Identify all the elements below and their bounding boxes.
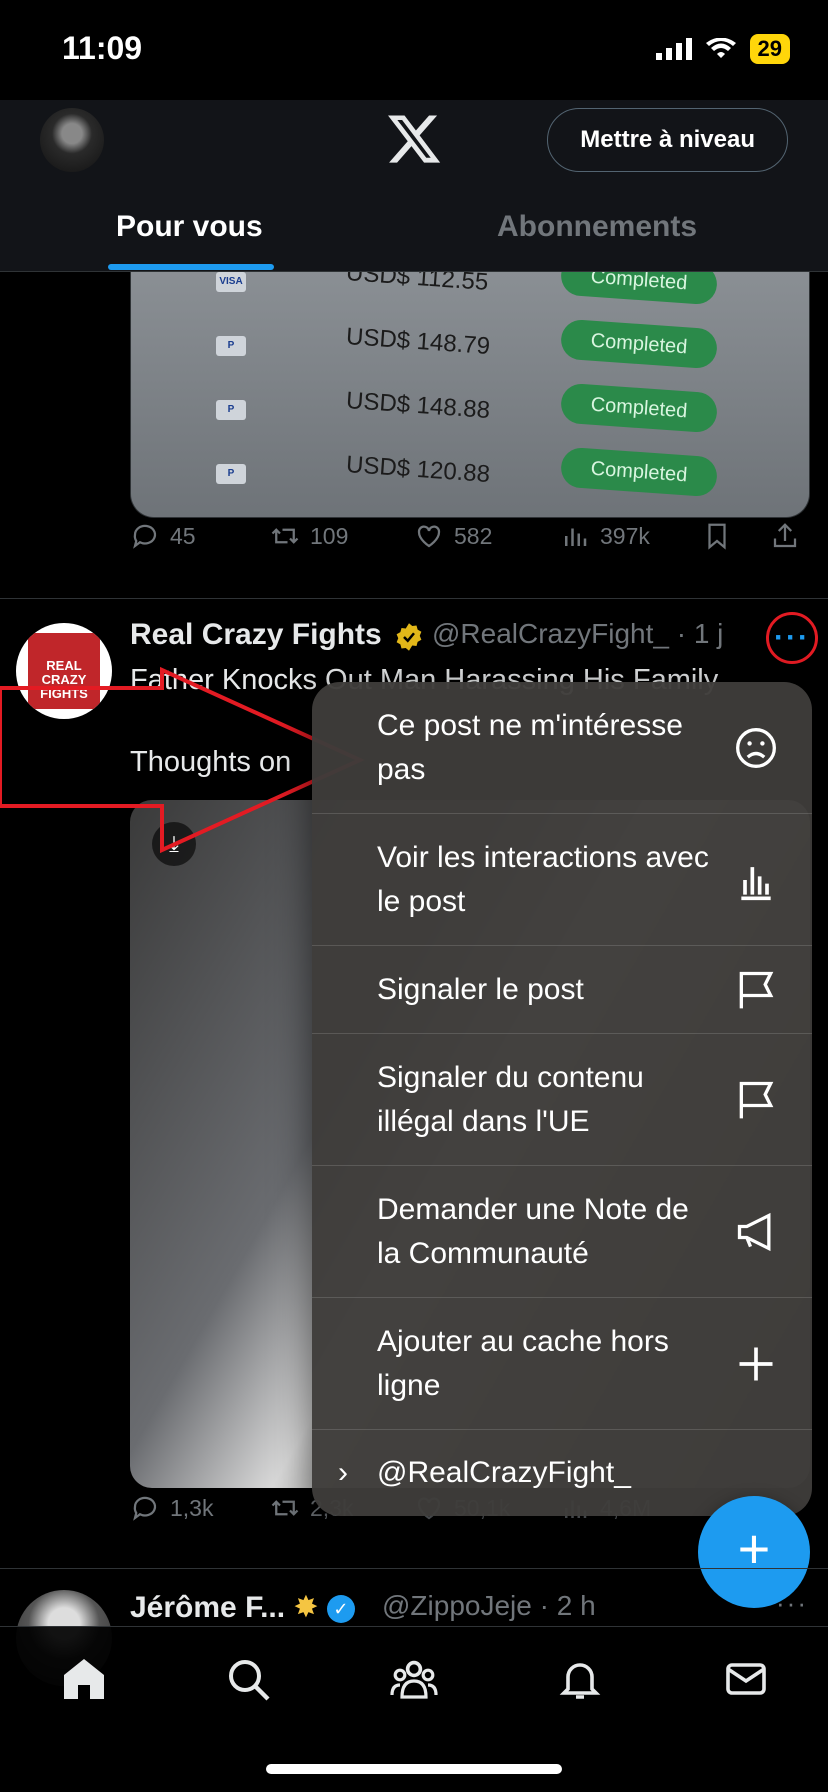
status-time: 11:09	[62, 30, 143, 66]
visa-icon: VISA	[216, 272, 246, 292]
reply-button[interactable]: 1,3k	[130, 1493, 213, 1523]
reply-icon	[133, 524, 157, 549]
payment-amount: USD$ 148.79	[345, 323, 491, 360]
reply-count: 1,3k	[170, 1494, 214, 1521]
plus-icon	[739, 1347, 773, 1380]
menu-item-label: Demander une Note de la Communauté	[377, 1192, 689, 1270]
menu-item-add-offline-cache[interactable]: Ajouter au cache hors ligne	[312, 1298, 812, 1430]
chevron-right-icon: ›	[338, 1456, 348, 1489]
paypal-icon: P	[216, 400, 246, 420]
x-logo-icon	[388, 115, 441, 163]
share-icon	[773, 523, 797, 548]
menu-item-label: Signaler du contenu illégal dans l'UE	[377, 1060, 644, 1138]
repost-icon	[271, 1500, 299, 1516]
verified-badge-icon: ✓	[326, 1595, 355, 1624]
more-icon: ···	[774, 621, 810, 654]
payment-status: Completed	[559, 446, 719, 498]
profile-avatar[interactable]	[40, 108, 104, 172]
payment-row: P USD$ 148.79 Completed	[131, 316, 809, 376]
payment-status: Completed	[559, 272, 719, 306]
repost-button[interactable]: 109	[270, 521, 348, 551]
mail-icon[interactable]	[722, 1655, 770, 1703]
payment-amount: USD$ 120.88	[345, 451, 491, 488]
tab-following[interactable]: Abonnements	[497, 210, 697, 244]
bookmark-icon	[708, 523, 726, 550]
wifi-icon	[705, 38, 736, 58]
payment-amount: USD$ 112.55	[345, 272, 490, 296]
repost-count: 109	[310, 522, 349, 549]
payment-row: P USD$ 148.88 Completed	[131, 380, 809, 440]
status-icons: 29	[655, 34, 790, 64]
verified-badge-icon	[396, 623, 422, 651]
menu-item-not-interested[interactable]: Ce post ne m'intéresse pas	[312, 682, 812, 814]
upgrade-button[interactable]: Mettre à niveau	[547, 108, 788, 172]
tweet-author-handle[interactable]: @ZippoJeje · 2 h	[382, 1590, 596, 1622]
author-name-text: Jérôme F...	[130, 1591, 286, 1624]
menu-item-report-illegal-eu[interactable]: Signaler du contenu illégal dans l'UE	[312, 1034, 812, 1166]
menu-item-label: @RealCrazyFight_	[377, 1456, 631, 1489]
communities-icon[interactable]	[390, 1655, 438, 1703]
status-bar: 11:09 29	[0, 0, 828, 100]
search-icon[interactable]	[224, 1655, 272, 1703]
menu-item-view-interactions[interactable]: Voir les interactions avec le post	[312, 814, 812, 946]
menu-item-request-community-note[interactable]: Demander une Note de la Communauté	[312, 1166, 812, 1298]
menu-item-label: Ajouter au cache hors ligne	[377, 1324, 669, 1402]
flag-icon	[739, 971, 774, 1008]
payment-row: P USD$ 120.88 Completed	[131, 444, 809, 504]
home-indicator[interactable]	[266, 1764, 562, 1774]
paypal-icon: P	[216, 464, 246, 484]
frown-icon	[736, 727, 776, 768]
reply-count: 45	[170, 522, 196, 549]
more-options-button[interactable]: ···	[766, 612, 818, 664]
like-count: 582	[454, 522, 493, 549]
analytics-icon	[565, 528, 587, 546]
bookmark-button[interactable]	[702, 521, 732, 551]
flag-icon	[739, 1081, 774, 1118]
paypal-icon: P	[216, 336, 246, 356]
bell-icon[interactable]	[556, 1655, 604, 1703]
active-tab-indicator	[108, 264, 274, 270]
analytics-icon	[741, 866, 771, 900]
tweet-author-name[interactable]: Real Crazy Fights	[130, 618, 382, 652]
more-icon[interactable]: ···	[776, 1588, 808, 1619]
payment-status: Completed	[559, 318, 719, 370]
reply-button[interactable]: 45	[130, 521, 196, 551]
tweet-author-name[interactable]: Jérôme F... ✸ ✓	[130, 1590, 355, 1625]
post-options-menu: Ce post ne m'intéresse pas Voir les inte…	[312, 682, 812, 1516]
payment-row: VISA USD$ 112.55 Completed	[131, 272, 809, 312]
tweet-divider	[0, 598, 828, 599]
menu-item-label: Signaler le post	[377, 972, 584, 1006]
tab-for-you[interactable]: Pour vous	[116, 210, 263, 244]
tweet-divider	[0, 1568, 828, 1569]
megaphone-icon	[737, 1212, 771, 1251]
menu-item-report-post[interactable]: Signaler le post	[312, 946, 812, 1034]
battery-indicator: 29	[749, 34, 790, 64]
app-header: Mettre à niveau Pour vous Abonnements	[0, 100, 828, 272]
menu-item-label: Ce post ne m'intéresse pas	[377, 708, 683, 786]
share-button[interactable]	[770, 521, 800, 551]
views-count: 397k	[600, 522, 650, 549]
home-icon[interactable]	[60, 1655, 108, 1703]
tweet-image[interactable]: VISA USD$ 112.55 Completed P USD$ 148.79…	[130, 272, 810, 518]
payment-status: Completed	[559, 382, 719, 434]
menu-item-label: Voir les interactions avec le post	[377, 840, 709, 918]
heart-icon	[417, 525, 441, 548]
star-badge-icon: ✸	[293, 1591, 319, 1624]
reply-icon	[133, 1496, 157, 1521]
payment-amount: USD$ 148.88	[345, 387, 491, 424]
tweet-author-handle[interactable]: @RealCrazyFight_ · 1 j	[432, 618, 723, 650]
signal-icon	[655, 38, 692, 60]
repost-icon	[271, 528, 299, 544]
views-button[interactable]: 397k	[560, 521, 650, 551]
like-button[interactable]: 582	[414, 521, 492, 551]
